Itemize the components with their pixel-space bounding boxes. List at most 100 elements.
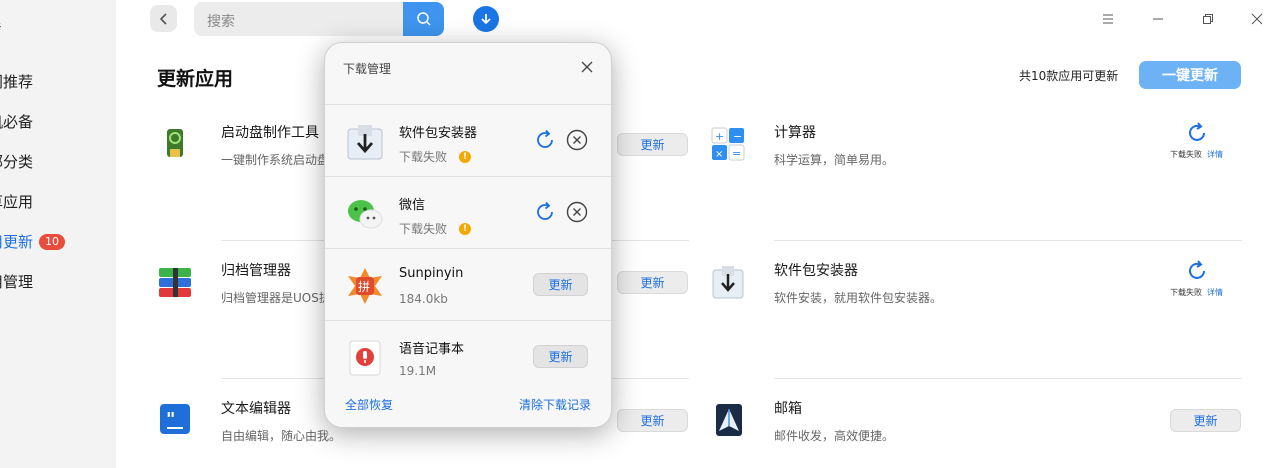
retry-button[interactable] bbox=[534, 129, 556, 151]
calculator-icon: + − × = bbox=[710, 126, 746, 162]
update-button[interactable]: 更新 bbox=[617, 409, 688, 432]
sunpinyin-icon: 拼 bbox=[345, 266, 385, 306]
minimize-icon bbox=[1153, 18, 1163, 20]
download-item-status: 下载失败! bbox=[399, 220, 472, 237]
download-item-name: 语音记事本 bbox=[399, 342, 465, 357]
voice-notes-icon bbox=[345, 338, 385, 378]
retry-icon bbox=[537, 201, 553, 220]
sidebar-item-updates[interactable]: 用更新10 bbox=[0, 231, 66, 252]
svg-text:−: − bbox=[733, 130, 742, 143]
update-button[interactable]: 更新 bbox=[533, 273, 588, 296]
svg-text:": " bbox=[166, 409, 175, 430]
clear-records-link[interactable]: 清除下载记录 bbox=[519, 396, 591, 413]
app-desc: 自由编辑，随心由我。 bbox=[221, 429, 342, 443]
close-icon bbox=[1251, 13, 1263, 25]
retry-download[interactable]: 下载失败 详情 bbox=[1170, 121, 1223, 160]
menu-button[interactable] bbox=[1097, 8, 1119, 30]
download-item-name: 微信 bbox=[399, 198, 426, 213]
update-all-button[interactable]: 一键更新 bbox=[1139, 61, 1241, 89]
svg-text:=: = bbox=[732, 147, 741, 160]
update-button[interactable]: 更新 bbox=[533, 345, 588, 368]
minimize-button[interactable] bbox=[1147, 8, 1169, 30]
download-item: 软件包安装器 下载失败! bbox=[325, 104, 611, 176]
download-item-size: 184.0kb bbox=[399, 292, 448, 306]
retry-icon[interactable] bbox=[1185, 259, 1209, 283]
sidebar-item-apps[interactable]: 草应用 bbox=[0, 191, 33, 212]
svg-text:×: × bbox=[715, 149, 723, 160]
app-name: 归档管理器 bbox=[221, 263, 291, 279]
search-icon bbox=[416, 12, 431, 26]
download-status: 下载失败 详情 bbox=[1170, 288, 1223, 297]
svg-text:拼: 拼 bbox=[358, 280, 370, 294]
close-icon bbox=[581, 61, 593, 73]
download-icon bbox=[481, 14, 491, 25]
search-input[interactable]: 搜索 bbox=[207, 11, 235, 31]
menu-icon bbox=[1103, 14, 1113, 24]
package-installer-icon bbox=[710, 264, 746, 300]
text-editor-icon: " bbox=[157, 401, 193, 437]
mail-icon bbox=[712, 402, 748, 438]
popup-close-button[interactable] bbox=[579, 59, 595, 75]
app-name: 启动盘制作工具 bbox=[221, 125, 319, 141]
app-desc: 一键制作系统启动盘 bbox=[221, 153, 330, 167]
update-count-text: 共10款应用可更新 bbox=[1019, 69, 1119, 83]
download-status: 下载失败 详情 bbox=[1170, 150, 1223, 159]
cancel-circle-icon bbox=[566, 129, 588, 151]
svg-text:+: + bbox=[715, 130, 724, 143]
download-item: 微信 下载失败! bbox=[325, 176, 611, 248]
page-title: 更新应用 bbox=[157, 68, 234, 90]
download-item-size: 19.1M bbox=[399, 364, 437, 378]
download-manager-button[interactable] bbox=[473, 6, 499, 32]
app-name: 计算器 bbox=[774, 125, 816, 141]
update-button[interactable]: 更新 bbox=[617, 133, 688, 156]
back-button[interactable] bbox=[150, 5, 177, 32]
sidebar-item-manage[interactable]: 用管理 bbox=[0, 271, 33, 292]
download-manager-popup: 下载管理 软件包安装器 下载失败! 微信 下载失败! 拼 Sunpinyin 1… bbox=[324, 42, 612, 428]
sidebar-item-essentials[interactable]: 机必备 bbox=[0, 111, 33, 132]
detail-link[interactable]: 详情 bbox=[1207, 150, 1223, 159]
restore-icon bbox=[1203, 14, 1213, 24]
detail-link[interactable]: 详情 bbox=[1207, 288, 1223, 297]
divider bbox=[774, 240, 1242, 241]
cancel-download-button[interactable] bbox=[566, 201, 588, 223]
retry-icon[interactable] bbox=[1185, 121, 1209, 145]
popup-title: 下载管理 bbox=[343, 62, 392, 76]
app-desc: 邮件收发，高效便捷。 bbox=[774, 429, 895, 443]
restore-button[interactable] bbox=[1197, 8, 1219, 30]
warning-icon: ! bbox=[459, 150, 472, 163]
usb-drive-icon bbox=[157, 125, 193, 161]
update-count-badge: 10 bbox=[39, 234, 66, 250]
app-desc: 归档管理器是UOS提 bbox=[221, 291, 331, 305]
sidebar-item-recommended[interactable]: 门推荐 bbox=[0, 71, 33, 92]
download-item: 语音记事本 19.1M 更新 bbox=[325, 320, 611, 392]
sidebar: 發 门推荐 机必备 部分类 草应用 用更新10 用管理 bbox=[0, 0, 116, 468]
update-button[interactable]: 更新 bbox=[1170, 409, 1241, 432]
back-icon bbox=[159, 12, 167, 25]
app-name: 软件包安装器 bbox=[774, 263, 858, 279]
search-box[interactable]: 搜索 bbox=[194, 2, 444, 36]
sidebar-item-categories[interactable]: 部分类 bbox=[0, 151, 33, 172]
app-desc: 软件安装，就用软件包安装器。 bbox=[774, 291, 943, 305]
resume-all-link[interactable]: 全部恢复 bbox=[345, 396, 393, 413]
close-button[interactable] bbox=[1246, 8, 1268, 30]
cancel-circle-icon bbox=[566, 201, 588, 223]
divider bbox=[774, 378, 1242, 379]
download-item-name: Sunpinyin bbox=[399, 266, 464, 281]
download-item-status: 下载失败! bbox=[399, 148, 472, 165]
archive-icon bbox=[157, 264, 193, 300]
retry-icon bbox=[537, 129, 553, 148]
retry-button[interactable] bbox=[534, 201, 556, 223]
cancel-download-button[interactable] bbox=[566, 129, 588, 151]
warning-icon: ! bbox=[459, 222, 472, 235]
download-item-name: 软件包安装器 bbox=[399, 126, 478, 141]
app-desc: 科学运算，简单易用。 bbox=[774, 153, 895, 167]
app-name: 文本编辑器 bbox=[221, 401, 291, 417]
search-button[interactable] bbox=[403, 2, 444, 36]
app-name: 邮箱 bbox=[774, 401, 802, 417]
retry-download[interactable]: 下载失败 详情 bbox=[1170, 259, 1223, 298]
download-item: 拼 Sunpinyin 184.0kb 更新 bbox=[325, 248, 611, 320]
package-installer-icon bbox=[345, 122, 385, 162]
wechat-icon bbox=[345, 194, 385, 234]
sidebar-heading: 發 bbox=[0, 18, 1, 39]
update-button[interactable]: 更新 bbox=[617, 271, 688, 294]
